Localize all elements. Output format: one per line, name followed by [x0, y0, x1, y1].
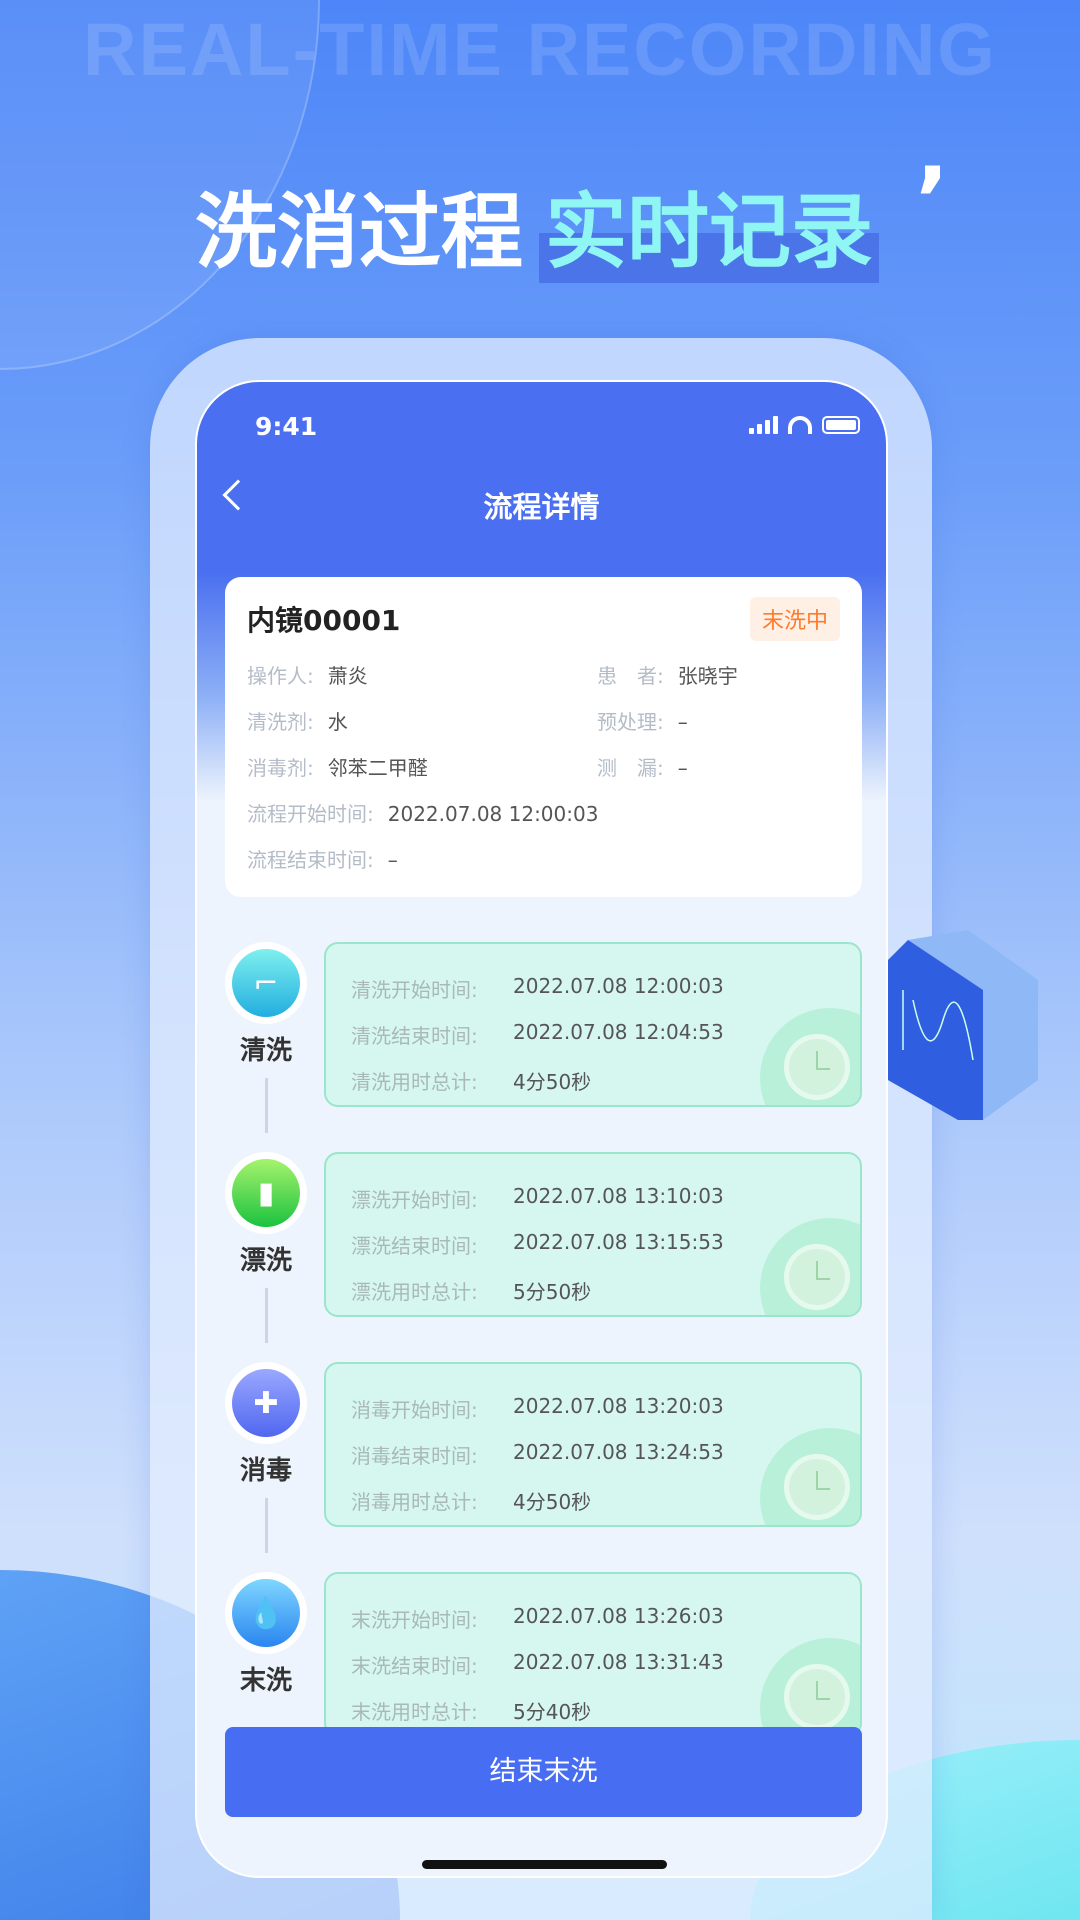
value: 2022.07.08 13:26:03 [513, 1604, 724, 1628]
label: 清洗剂: [247, 710, 314, 734]
value: 4分50秒 [513, 1490, 592, 1514]
clock-icon [784, 1244, 850, 1310]
water-drop-icon: 💧 [225, 1572, 307, 1654]
chart-cube-icon [888, 930, 1038, 1120]
label: 漂洗结束时间: [351, 1234, 478, 1258]
clock-icon [784, 1454, 850, 1520]
cleaner-row: 清洗剂: 水 [247, 706, 348, 735]
headline-part: 洗消过程 [195, 185, 524, 280]
value: – [677, 710, 688, 734]
label: 消毒结束时间: [351, 1444, 478, 1468]
step-label: 清洗 [239, 1036, 292, 1066]
info-card: 内镜00001 末洗中 操作人: 萧炎 患 者: 张晓宇 清洗剂: 水 预处理: – 消… [225, 577, 862, 897]
timeline-connector [265, 1288, 268, 1343]
label: 清洗用时总计: [351, 1070, 478, 1094]
phone-screen: 9:41 流程详情 内镜00001 末洗中 操作人: 萧炎 患 者: 张晓宇 清洗剂… [195, 380, 888, 1878]
value: 2022.07.08 13:15:53 [513, 1230, 724, 1254]
label: 清洗结束时间: [351, 1024, 478, 1048]
value: 2022.07.08 12:04:53 [513, 1020, 724, 1044]
patient-row: 患 者: 张晓宇 [597, 660, 738, 689]
label: 消毒用时总计: [351, 1490, 478, 1514]
value: 邻苯二甲醛 [327, 756, 428, 780]
value: 水 [327, 710, 348, 734]
wifi-icon [788, 416, 812, 434]
value: 2022.07.08 12:00:03 [513, 974, 724, 998]
status-time: 9:41 [255, 412, 318, 441]
label: 末洗开始时间: [351, 1608, 478, 1632]
step-card: 末洗开始时间: 2022.07.08 13:26:03 末洗结束时间: 2022.0… [324, 1572, 862, 1737]
headline-highlight: 实时记录 [545, 185, 874, 280]
value: – [387, 848, 398, 872]
start-row: 流程开始时间: 2022.07.08 12:00:03 [247, 798, 598, 827]
home-indicator[interactable] [422, 1860, 667, 1869]
value: 2022.07.08 12:00:03 [387, 802, 599, 826]
leak-row: 测 漏: – [597, 752, 688, 781]
status-badge: 末洗中 [749, 597, 840, 641]
value: 5分50秒 [513, 1280, 592, 1304]
label: 操作人: [247, 664, 314, 688]
watermark-text: REAL-TIME RECORDING [83, 8, 997, 91]
label: 漂洗用时总计: [351, 1280, 478, 1304]
signal-icon [749, 416, 778, 434]
label: 流程开始时间: [247, 802, 374, 826]
step-card: 清洗开始时间: 2022.07.08 12:00:03 清洗结束时间: 2022.0… [324, 942, 862, 1107]
end-row: 流程结束时间: – [247, 844, 398, 873]
label: 测 漏: [597, 756, 664, 780]
value: 2022.07.08 13:20:03 [513, 1394, 724, 1418]
clock-icon [784, 1664, 850, 1730]
label: 消毒开始时间: [351, 1398, 478, 1422]
label: 漂洗开始时间: [351, 1188, 478, 1212]
clock-icon [784, 1034, 850, 1100]
label: 消毒剂: [247, 756, 314, 780]
label: 预处理: [597, 710, 664, 734]
label: 流程结束时间: [247, 848, 374, 872]
faucet-icon: ⌐ [225, 942, 307, 1024]
label: 末洗结束时间: [351, 1654, 478, 1678]
headline: 洗消过程 实时记录 [195, 165, 873, 284]
disinfectant-row: 消毒剂: 邻苯二甲醛 [247, 752, 428, 781]
label: 末洗用时总计: [351, 1700, 478, 1724]
step-label: 漂洗 [239, 1246, 292, 1276]
value: 4分50秒 [513, 1070, 592, 1094]
quote-mark-icon: ’ [915, 148, 950, 253]
value: 2022.07.08 13:24:53 [513, 1440, 724, 1464]
spray-icon: ✚ [225, 1362, 307, 1444]
end-final-rinse-button[interactable]: 结束末洗 [225, 1727, 862, 1817]
battery-icon [822, 416, 860, 434]
value: 2022.07.08 13:10:03 [513, 1184, 724, 1208]
pretreat-row: 预处理: – [597, 706, 688, 735]
step-card: 消毒开始时间: 2022.07.08 13:20:03 消毒结束时间: 2022.0… [324, 1362, 862, 1527]
timeline-connector [265, 1498, 268, 1553]
value: – [677, 756, 688, 780]
value: 张晓宇 [677, 664, 738, 688]
page-title: 流程详情 [483, 490, 600, 524]
label: 清洗开始时间: [351, 978, 478, 1002]
step-label: 末洗 [239, 1666, 292, 1696]
status-icons [749, 416, 860, 434]
operator-row: 操作人: 萧炎 [247, 660, 368, 689]
value: 2022.07.08 13:31:43 [513, 1650, 724, 1674]
step-label: 消毒 [239, 1456, 292, 1486]
value: 5分40秒 [513, 1700, 592, 1724]
timeline-connector [265, 1078, 268, 1133]
bottle-icon: ▮ [225, 1152, 307, 1234]
label: 患 者: [597, 664, 664, 688]
step-card: 漂洗开始时间: 2022.07.08 13:10:03 漂洗结束时间: 2022.0… [324, 1152, 862, 1317]
value: 萧炎 [327, 664, 368, 688]
